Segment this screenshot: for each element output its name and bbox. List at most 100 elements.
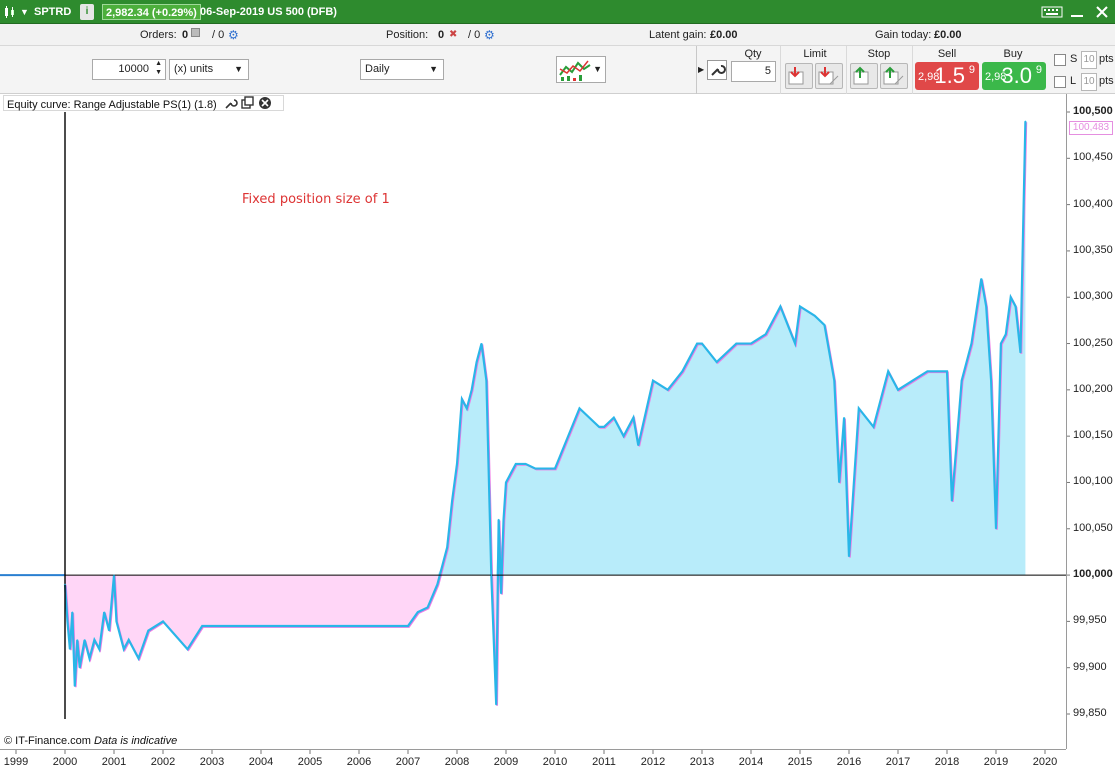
short-pts-label: pts: [1099, 53, 1114, 65]
ticket-divider: [846, 46, 847, 94]
y-tick-label: 100,450: [1073, 151, 1113, 164]
data-point: [926, 370, 929, 372]
data-point: [66, 620, 69, 622]
legend-icons: [225, 96, 271, 109]
data-point: [598, 426, 600, 428]
data-point: [436, 583, 438, 585]
data-point: [417, 611, 419, 613]
copyright-label: © IT-Finance.com: [4, 735, 91, 747]
close-icon[interactable]: [1095, 4, 1109, 20]
position-total: / 0: [468, 29, 481, 41]
ticket-expand-icon[interactable]: ▶: [698, 65, 704, 74]
data-point: [427, 606, 429, 609]
x-tick-label: 2001: [101, 756, 127, 768]
data-point: [446, 546, 448, 548]
minimize-icon[interactable]: [1069, 4, 1085, 20]
data-point: [872, 426, 875, 428]
latent-gain-label: Latent gain:: [649, 29, 707, 41]
x-tick-label: 2011: [592, 756, 616, 768]
copyright-note: © IT-Finance.com Data is indicative: [4, 735, 178, 747]
chart-legend: Equity curve: Range Adjustable PS(1) (1.…: [3, 95, 284, 111]
data-point: [735, 342, 737, 345]
data-point: [779, 305, 782, 308]
qty-input[interactable]: 5: [731, 61, 776, 82]
x-tick-label: 2007: [395, 756, 421, 768]
wrench-button[interactable]: [707, 60, 727, 80]
long-pts-label: pts: [1099, 75, 1114, 87]
symbol-dropdown-caret[interactable]: ▼: [20, 4, 29, 20]
indicators-button[interactable]: ▼: [556, 56, 606, 83]
units-select[interactable]: (x) units ▼: [169, 59, 249, 80]
quantity-input[interactable]: 10000 ▲ ▼: [92, 59, 166, 80]
data-point: [495, 704, 497, 706]
data-point: [833, 379, 835, 382]
sell-button[interactable]: 2,98 1.5 9: [915, 62, 979, 90]
y-tick-label: 100,200: [1073, 382, 1113, 395]
current-value-tag: 100,483: [1069, 121, 1113, 135]
position-close-icon[interactable]: ✖: [449, 28, 457, 42]
data-point: [147, 630, 149, 632]
x-tick-label: 1999: [3, 756, 29, 768]
data-point: [961, 379, 963, 382]
candlestick-icon[interactable]: [3, 4, 17, 20]
short-pts-input[interactable]: 10: [1081, 51, 1097, 69]
data-point: [652, 379, 654, 382]
data-point: [623, 435, 625, 437]
data-point: [76, 639, 78, 641]
stop-buy-button[interactable]: [880, 63, 908, 89]
buy-button[interactable]: 2,98 3.0 9: [982, 62, 1046, 90]
limit-label: Limit: [803, 48, 827, 60]
data-point: [632, 417, 635, 419]
long-checkbox[interactable]: [1054, 76, 1066, 88]
title-bar: ▼ SPTRD i 2,982.34 (+0.29%) 06-Sep-2019 …: [0, 0, 1115, 24]
data-point: [534, 467, 537, 470]
data-point: [128, 639, 130, 641]
orders-gear-icon[interactable]: ⚙: [228, 28, 239, 42]
data-point: [260, 625, 262, 627]
stop-label: Stop: [867, 48, 891, 60]
equity-curve-chart[interactable]: [0, 0, 1115, 775]
data-point: [71, 611, 73, 613]
data-point: [441, 565, 443, 567]
data-point: [498, 518, 500, 521]
data-point: [201, 625, 203, 627]
data-point: [500, 593, 502, 595]
data-point: [211, 625, 213, 627]
close-circle-icon[interactable]: [258, 97, 271, 109]
y-tick-label: 100,300: [1073, 290, 1113, 303]
stop-sell-icon: [853, 66, 869, 85]
y-tick-label: 100,100: [1073, 475, 1113, 488]
symbol-label[interactable]: SPTRD: [34, 4, 71, 20]
limit-sell-button[interactable]: [785, 63, 813, 89]
equity-line: [63, 121, 1027, 705]
x-tick-label: 2009: [493, 756, 519, 768]
window-icon[interactable]: [241, 96, 254, 109]
orders-value: 0: [182, 29, 189, 41]
info-icon[interactable]: i: [80, 4, 94, 20]
data-point: [814, 315, 816, 317]
stop-sell-button[interactable]: [850, 63, 878, 89]
x-tick-label: 2012: [640, 756, 666, 768]
data-point: [990, 379, 992, 382]
data-point: [137, 657, 140, 660]
orders-label: Orders:: [140, 29, 177, 41]
data-point: [1015, 305, 1017, 308]
limit-buy-button[interactable]: [815, 63, 843, 89]
short-checkbox[interactable]: [1054, 54, 1066, 66]
period-select[interactable]: Daily ▼: [360, 59, 444, 80]
data-point: [985, 305, 987, 308]
position-gear-icon[interactable]: ⚙: [484, 28, 495, 42]
long-pts-input[interactable]: 10: [1081, 73, 1097, 91]
data-point: [98, 648, 100, 650]
quantity-spinner-icon[interactable]: ▲ ▼: [155, 59, 162, 77]
orders-grid-icon[interactable]: [191, 28, 200, 37]
data-point: [912, 379, 914, 382]
keyboard-icon[interactable]: [1041, 4, 1063, 20]
x-axis-divider: [0, 749, 1066, 750]
x-tick-label: 2005: [297, 756, 323, 768]
period-select-value: Daily: [365, 63, 390, 75]
wrench-icon[interactable]: [225, 99, 238, 109]
y-tick-label: 99,850: [1073, 707, 1107, 719]
data-point: [407, 625, 409, 627]
stop-buy-icon: [883, 66, 904, 85]
